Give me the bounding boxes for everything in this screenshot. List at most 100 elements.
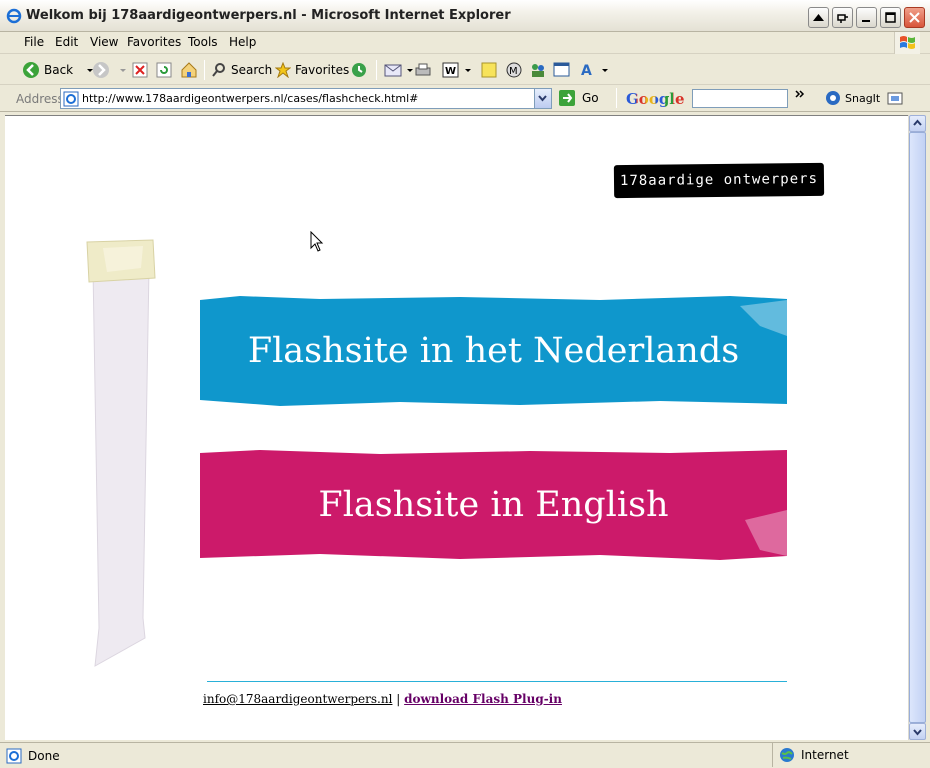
research-button[interactable] xyxy=(529,61,547,79)
stop-button[interactable] xyxy=(132,61,148,79)
footer-divider xyxy=(207,681,787,682)
svg-text:A: A xyxy=(581,63,592,79)
flashsite-english-button[interactable]: Flashsite in English xyxy=(200,450,787,560)
stop-icon xyxy=(132,62,148,78)
chevron-down-icon xyxy=(465,69,471,72)
search-button[interactable]: Search xyxy=(211,61,272,79)
maximize-icon xyxy=(885,12,896,23)
page-icon xyxy=(63,91,79,107)
chevron-up-icon xyxy=(913,119,922,126)
footer-separator: | xyxy=(396,692,401,706)
notes-button[interactable] xyxy=(481,61,497,79)
window-icon xyxy=(553,62,570,77)
triangle-up-icon xyxy=(813,14,824,21)
address-bar: Address http://www.178aardigeontwerpers.… xyxy=(0,86,930,112)
close-button[interactable] xyxy=(904,7,925,28)
menu-bar: File Edit View Favorites Tools Help xyxy=(0,32,930,54)
note-icon xyxy=(481,62,497,78)
back-button[interactable]: Back xyxy=(22,61,95,79)
mouse-pointer-icon xyxy=(310,231,324,252)
email-link[interactable]: info@178aardigeontwerpers.nl xyxy=(203,692,392,706)
printer-icon xyxy=(415,63,431,76)
page-viewport: 178aardige ontwerpers Flashsite in het N… xyxy=(5,115,908,740)
tape-strip-image xyxy=(86,239,156,667)
home-button[interactable] xyxy=(180,61,198,79)
google-toolbar-button[interactable]: Google xyxy=(626,90,685,108)
svg-text:W: W xyxy=(445,66,456,77)
chevron-down-icon xyxy=(120,69,126,72)
forward-arrow-icon xyxy=(93,62,109,78)
minimize-button[interactable] xyxy=(856,7,877,28)
footer: info@178aardigeontwerpers.nl | download … xyxy=(203,692,562,706)
print-button[interactable] xyxy=(414,61,432,79)
mail-button[interactable] xyxy=(384,61,414,79)
pin-button[interactable] xyxy=(832,7,853,28)
go-arrow-icon xyxy=(559,90,575,106)
status-bar: Done Internet xyxy=(0,742,930,768)
star-icon xyxy=(275,62,291,78)
edit-word-button[interactable]: W xyxy=(442,61,472,79)
scroll-up-arrow[interactable] xyxy=(909,115,926,132)
scroll-thumb[interactable] xyxy=(909,132,926,723)
highlight-button[interactable]: A xyxy=(579,61,609,79)
word-icon: W xyxy=(442,62,459,78)
text-highlight-icon: A xyxy=(581,63,592,79)
google-search-input[interactable] xyxy=(692,89,788,108)
snagit-capture-icon[interactable] xyxy=(887,90,903,106)
refresh-icon xyxy=(156,62,172,78)
address-input[interactable]: http://www.178aardigeontwerpers.nl/cases… xyxy=(60,88,552,109)
scroll-down-arrow[interactable] xyxy=(909,723,926,740)
menu-help[interactable]: Help xyxy=(229,35,256,49)
security-zone: Internet xyxy=(772,743,922,767)
go-label: Go xyxy=(582,91,599,105)
menu-view[interactable]: View xyxy=(90,35,118,49)
favorites-label: Favorites xyxy=(295,63,350,77)
scroll-up-button[interactable] xyxy=(808,7,829,28)
menu-tools[interactable]: Tools xyxy=(188,35,218,49)
status-left: Done xyxy=(6,748,60,764)
close-icon xyxy=(909,12,920,23)
snagit-button[interactable]: SnagIt xyxy=(825,90,880,106)
internet-explorer-icon xyxy=(6,8,22,24)
standard-toolbar: Back Search Favorites W M A xyxy=(0,55,930,85)
flash-plugin-link[interactable]: download Flash Plug-in xyxy=(404,692,562,706)
go-button[interactable]: Go xyxy=(558,89,599,107)
back-label: Back xyxy=(44,63,74,77)
page-done-icon xyxy=(6,748,22,764)
minimize-icon xyxy=(862,20,870,22)
chevron-down-icon xyxy=(602,69,608,72)
snagit-icon xyxy=(826,91,840,105)
window-tool-button[interactable] xyxy=(553,61,571,79)
home-icon xyxy=(181,62,197,78)
status-text: Done xyxy=(28,749,60,763)
back-arrow-icon xyxy=(23,62,39,78)
vertical-scrollbar[interactable] xyxy=(908,115,926,740)
windows-logo xyxy=(894,32,920,54)
address-dropdown[interactable] xyxy=(534,89,551,108)
title-bar: Welkom bij 178aardigeontwerpers.nl - Mic… xyxy=(0,0,930,32)
menu-file[interactable]: File xyxy=(24,35,44,49)
chevron-down-icon xyxy=(407,69,413,72)
windows-flag-icon xyxy=(900,36,915,49)
history-button[interactable] xyxy=(350,61,368,79)
pin-icon xyxy=(837,14,848,23)
history-icon xyxy=(352,63,366,77)
messenger-icon: M xyxy=(506,62,522,78)
search-icon xyxy=(212,63,225,77)
chevrons-right-icon[interactable] xyxy=(794,89,806,101)
forward-button[interactable] xyxy=(92,61,128,79)
messenger-button[interactable]: M xyxy=(505,61,523,79)
toolbar-separator xyxy=(616,88,617,108)
menu-edit[interactable]: Edit xyxy=(55,35,78,49)
favorites-button[interactable]: Favorites xyxy=(275,61,349,79)
site-logo[interactable]: 178aardige ontwerpers xyxy=(613,162,825,199)
mail-icon xyxy=(384,64,402,77)
refresh-button[interactable] xyxy=(156,61,172,79)
maximize-button[interactable] xyxy=(880,7,901,28)
flashsite-dutch-button[interactable]: Flashsite in het Nederlands xyxy=(200,296,787,406)
people-icon xyxy=(532,64,544,77)
toolbar-separator xyxy=(204,60,205,80)
svg-text:M: M xyxy=(509,66,518,77)
banner-dutch-label: Flashsite in het Nederlands xyxy=(247,331,740,371)
menu-favorites[interactable]: Favorites xyxy=(127,35,181,49)
